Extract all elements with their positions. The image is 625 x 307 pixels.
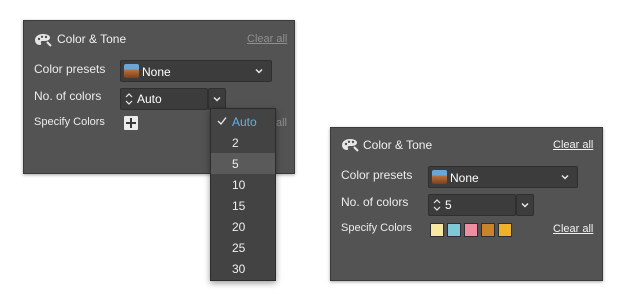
menu-option-5[interactable]: 5 <box>211 153 275 174</box>
color-presets-value: None <box>142 65 171 79</box>
menu-option-30[interactable]: 30 <box>211 258 275 279</box>
color-presets-label: Color presets <box>34 62 106 76</box>
num-colors-menu: Auto 2 5 10 15 20 25 30 <box>210 108 276 281</box>
color-presets-value: None <box>450 171 479 185</box>
clear-all-link[interactable]: Clear all <box>553 139 593 151</box>
chevron-down-icon <box>521 202 529 208</box>
num-colors-input[interactable]: Auto <box>137 89 162 109</box>
num-colors-dropdown-button[interactable] <box>208 88 226 110</box>
palette-icon <box>35 34 52 47</box>
menu-option-auto[interactable]: Auto <box>211 111 275 132</box>
color-swatch-3[interactable] <box>464 223 478 237</box>
palette-icon <box>342 139 359 152</box>
menu-option-10[interactable]: 10 <box>211 174 275 195</box>
stepper-icon[interactable] <box>432 197 442 213</box>
num-colors-input[interactable]: 5 <box>445 195 452 215</box>
num-colors-stepper[interactable]: Auto <box>120 88 208 110</box>
color-swatch-5[interactable] <box>498 223 512 237</box>
chevron-down-icon <box>561 174 569 180</box>
add-color-button[interactable] <box>124 116 138 130</box>
menu-option-20[interactable]: 20 <box>211 216 275 237</box>
num-colors-label: No. of colors <box>341 195 409 209</box>
clear-all-partial[interactable]: all <box>276 117 287 129</box>
menu-option-2[interactable]: 2 <box>211 132 275 153</box>
panel-title: Color & Tone <box>363 138 433 152</box>
num-colors-dropdown-button[interactable] <box>516 194 534 216</box>
specify-colors-label: Specify Colors <box>341 222 412 234</box>
chevron-down-icon <box>213 96 221 102</box>
num-colors-stepper[interactable]: 5 <box>428 194 516 216</box>
color-swatch-2[interactable] <box>447 223 461 237</box>
chevron-down-icon <box>255 68 263 74</box>
checkmark-icon <box>217 117 227 126</box>
color-tone-panel-right: Color & Tone Clear all Color presets Non… <box>330 127 603 281</box>
color-swatch-4[interactable] <box>481 223 495 237</box>
specify-colors-label: Specify Colors <box>34 116 105 128</box>
preset-thumbnail <box>124 64 139 78</box>
stepper-icon[interactable] <box>124 91 134 107</box>
menu-option-25[interactable]: 25 <box>211 237 275 258</box>
menu-option-15[interactable]: 15 <box>211 195 275 216</box>
color-presets-label: Color presets <box>341 168 413 182</box>
color-presets-select[interactable]: None <box>428 166 578 188</box>
num-colors-label: No. of colors <box>34 89 102 103</box>
color-swatch-1[interactable] <box>430 223 444 237</box>
panel-title: Color & Tone <box>57 32 127 46</box>
preset-thumbnail <box>432 170 447 184</box>
color-presets-select[interactable]: None <box>120 60 272 82</box>
clear-colors-link[interactable]: Clear all <box>553 223 593 235</box>
clear-all-link[interactable]: Clear all <box>247 33 287 45</box>
